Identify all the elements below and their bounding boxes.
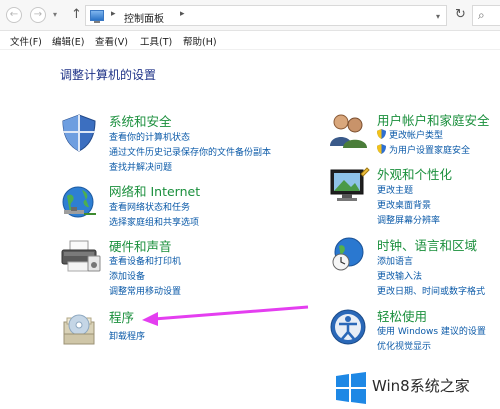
link-label: 为用户设置家庭安全 bbox=[389, 146, 471, 156]
breadcrumb-control-panel[interactable]: 控制面板 bbox=[124, 10, 164, 25]
category-programs[interactable]: 程序 bbox=[109, 307, 134, 326]
breadcrumb-separator[interactable]: ▸ bbox=[180, 9, 185, 19]
category-hardware-sound[interactable]: 硬件和声音 bbox=[109, 236, 172, 255]
link-change-theme[interactable]: 更改主题 bbox=[377, 183, 413, 196]
menu-view[interactable]: 查看(V) bbox=[95, 34, 128, 48]
link-windows-recommended-settings[interactable]: 使用 Windows 建议的设置 bbox=[377, 324, 486, 337]
page-title: 调整计算机的设置 bbox=[60, 68, 157, 82]
link-desktop-background[interactable]: 更改桌面背景 bbox=[377, 198, 431, 211]
link-label: 更改帐户类型 bbox=[389, 131, 444, 141]
menu-tools[interactable]: 工具(T) bbox=[140, 34, 172, 48]
uac-shield-icon bbox=[377, 129, 386, 139]
link-uninstall-program[interactable]: 卸载程序 bbox=[109, 329, 145, 342]
link-mobility-settings[interactable]: 调整常用移动设置 bbox=[109, 284, 181, 297]
control-panel-icon bbox=[90, 10, 104, 23]
link-change-account-type[interactable]: 更改帐户类型 bbox=[377, 128, 443, 141]
menu-bar: 文件(F) 编辑(E) 查看(V) 工具(T) 帮助(H) bbox=[0, 31, 500, 50]
back-arrow-icon[interactable]: ← bbox=[6, 7, 22, 23]
link-screen-resolution[interactable]: 调整屏幕分辨率 bbox=[377, 213, 440, 226]
link-network-status[interactable]: 查看网络状态和任务 bbox=[109, 200, 190, 213]
clock-globe-icon[interactable] bbox=[327, 234, 369, 274]
link-homegroup-sharing[interactable]: 选择家庭组和共享选项 bbox=[109, 215, 199, 228]
watermark-text: Win8系统之家 bbox=[372, 377, 470, 395]
link-add-language[interactable]: 添加语言 bbox=[377, 254, 413, 267]
ease-of-access-icon[interactable] bbox=[327, 306, 369, 348]
address-field[interactable]: ▸ 控制面板 ▸ bbox=[85, 5, 447, 26]
address-history-dropdown-icon[interactable]: ▾ bbox=[436, 12, 440, 21]
link-view-computer-status[interactable]: 查看你的计算机状态 bbox=[109, 130, 190, 143]
category-user-accounts[interactable]: 用户帐户和家庭安全 bbox=[377, 110, 490, 129]
category-appearance[interactable]: 外观和个性化 bbox=[377, 164, 452, 183]
link-optimize-visual-display[interactable]: 优化视觉显示 bbox=[377, 339, 431, 352]
menu-file[interactable]: 文件(F) bbox=[10, 34, 42, 48]
control-panel-window: ← → ▾ ↑ ▸ 控制面板 ▸ ▾ ↻ ⌕ 文件(F) 编辑(E) 查看(V)… bbox=[0, 0, 500, 409]
users-icon[interactable] bbox=[327, 110, 369, 150]
category-ease-of-access[interactable]: 轻松使用 bbox=[377, 306, 427, 325]
display-icon[interactable] bbox=[327, 166, 371, 206]
category-network-internet[interactable]: 网络和 Internet bbox=[109, 181, 200, 200]
up-arrow-icon[interactable]: ↑ bbox=[71, 7, 82, 22]
link-date-time-format[interactable]: 更改日期、时间或数字格式 bbox=[377, 284, 485, 297]
search-input[interactable] bbox=[472, 5, 500, 26]
link-change-input-method[interactable]: 更改输入法 bbox=[377, 269, 422, 282]
link-troubleshoot[interactable]: 查找并解决问题 bbox=[109, 160, 172, 173]
link-devices-printers[interactable]: 查看设备和打印机 bbox=[109, 254, 181, 267]
category-clock-language-region[interactable]: 时钟、语言和区域 bbox=[377, 235, 477, 254]
programs-disc-icon[interactable] bbox=[58, 308, 100, 348]
category-system-security[interactable]: 系统和安全 bbox=[109, 111, 172, 130]
address-bar: ← → ▾ ↑ ▸ 控制面板 ▸ ▾ ↻ ⌕ bbox=[0, 0, 500, 31]
forward-arrow-icon[interactable]: → bbox=[30, 7, 46, 23]
network-globe-icon[interactable] bbox=[58, 182, 100, 224]
menu-help[interactable]: 帮助(H) bbox=[183, 34, 217, 48]
link-file-history-backup[interactable]: 通过文件历史记录保存你的文件备份副本 bbox=[109, 145, 271, 158]
menu-edit[interactable]: 编辑(E) bbox=[52, 34, 84, 48]
link-family-safety[interactable]: 为用户设置家庭安全 bbox=[377, 143, 470, 156]
security-shield-icon[interactable] bbox=[58, 112, 100, 154]
recent-pages-dropdown-icon[interactable]: ▾ bbox=[53, 10, 57, 19]
printer-icon[interactable] bbox=[58, 238, 102, 274]
link-add-device[interactable]: 添加设备 bbox=[109, 269, 145, 282]
uac-shield-icon bbox=[377, 144, 386, 154]
breadcrumb-separator[interactable]: ▸ bbox=[111, 9, 116, 19]
annotation-arrow bbox=[142, 305, 309, 326]
search-icon[interactable]: ⌕ bbox=[478, 8, 485, 23]
refresh-icon[interactable]: ↻ bbox=[455, 7, 466, 22]
